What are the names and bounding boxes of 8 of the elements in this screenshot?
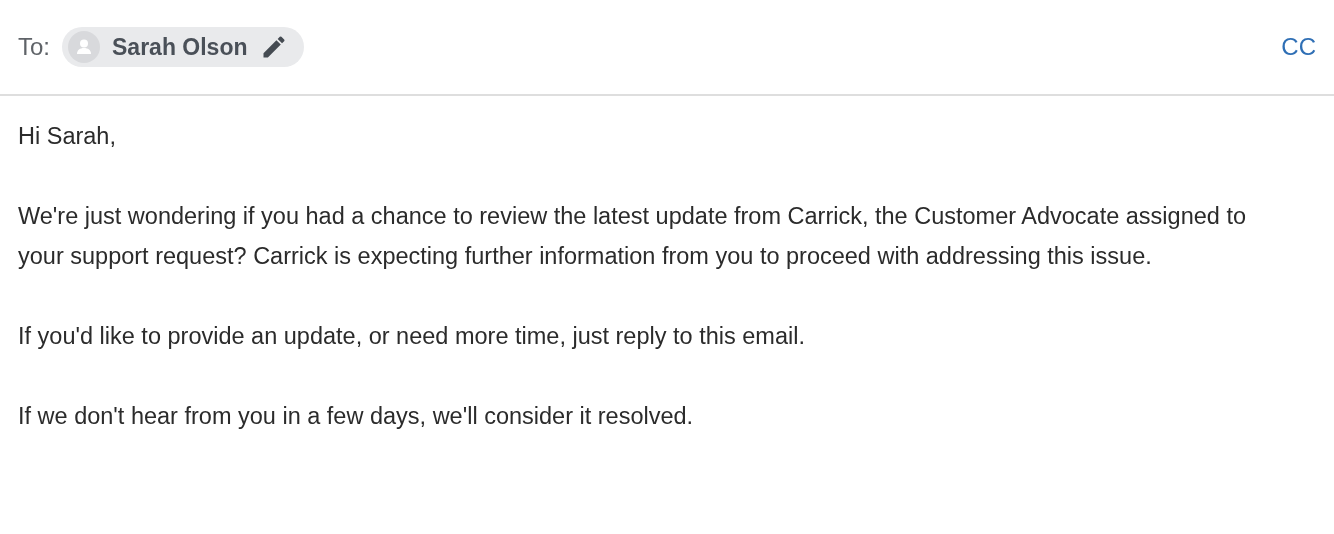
body-paragraph: Hi Sarah, [18, 122, 117, 151]
body-paragraph: We're just wondering if you had a chance to review the latest update from Carrick, the Customer Advocate assigned to your support request? Carrick is expecting further information from you to proceed with addressing this issue. [18, 202, 1247, 271]
recipient-chip[interactable]: Sarah Olson [62, 27, 304, 67]
to-label: To: [18, 33, 50, 61]
cc-link[interactable]: CC [1281, 33, 1316, 61]
avatar-icon [68, 31, 100, 63]
body-paragraph: If we don't hear from you in a few days, we'll consider it resolved. [18, 402, 695, 431]
body-paragraph: If you'd like to provide an update, or need more time, just reply to this email. [18, 322, 806, 351]
